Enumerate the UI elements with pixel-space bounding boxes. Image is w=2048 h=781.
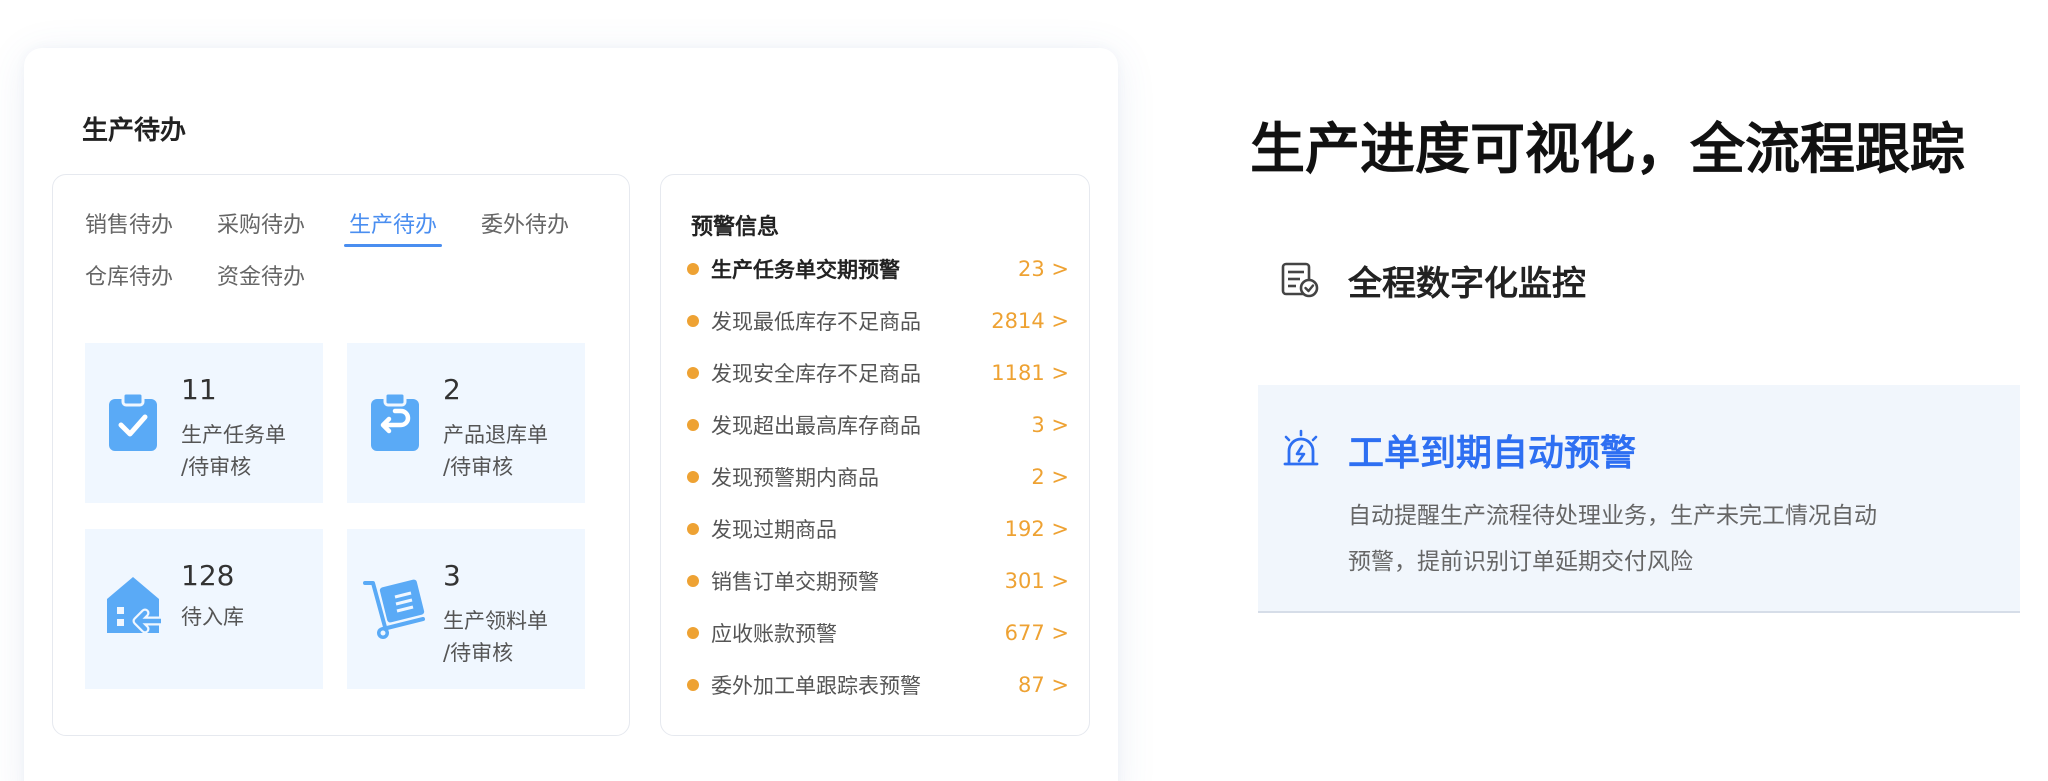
headline: 生产进度可视化，全流程跟踪 bbox=[1250, 117, 1966, 181]
warning-text: 发现安全库存不足商品 bbox=[711, 362, 921, 386]
warning-count: 3 > bbox=[1031, 413, 1069, 437]
tile-material-requisition[interactable]: 3 生产领料单 /待审核 bbox=[347, 529, 585, 689]
warning-dot-icon bbox=[687, 523, 699, 535]
warning-count: 87 > bbox=[1018, 673, 1069, 697]
tab-production[interactable]: 生产待办 bbox=[343, 207, 443, 247]
warning-count: 1181 > bbox=[991, 361, 1069, 385]
card-title: 生产待办 bbox=[82, 116, 187, 146]
warning-text: 发现过期商品 bbox=[711, 518, 837, 542]
warning-dot-icon bbox=[687, 679, 699, 691]
tile-label: 产品退库单 /待审核 bbox=[443, 423, 548, 479]
warning-item[interactable]: 生产任务单交期预警 23 > bbox=[687, 249, 1069, 289]
warning-dot-icon bbox=[687, 263, 699, 275]
todo-panel: 销售待办 采购待办 生产待办 委外待办 仓库待办 资金待办 11 生产任务单 /… bbox=[52, 174, 630, 736]
warning-item[interactable]: 发现超出最高库存商品 3 > bbox=[687, 405, 1069, 445]
warning-item[interactable]: 销售订单交期预警 301 > bbox=[687, 561, 1069, 601]
feature-digital-monitoring: 全程数字化监控 bbox=[1280, 255, 1586, 305]
tile-label: 生产领料单 /待审核 bbox=[443, 609, 548, 665]
warning-count: 2 > bbox=[1031, 465, 1069, 489]
warning-dot-icon bbox=[687, 367, 699, 379]
tab-purchase[interactable]: 采购待办 bbox=[217, 207, 305, 247]
tab-sales[interactable]: 销售待办 bbox=[85, 207, 173, 247]
warning-item[interactable]: 委外加工单跟踪表预警 87 > bbox=[687, 665, 1069, 705]
tile-pending-inbound[interactable]: 128 待入库 bbox=[85, 529, 323, 689]
warning-text: 委外加工单跟踪表预警 bbox=[711, 674, 921, 698]
tile-count: 3 bbox=[443, 559, 461, 592]
warning-text: 生产任务单交期预警 bbox=[711, 258, 900, 282]
tab-outsourcing[interactable]: 委外待办 bbox=[481, 207, 569, 247]
warning-text: 销售订单交期预警 bbox=[711, 570, 879, 594]
warning-text: 应收账款预警 bbox=[711, 622, 837, 646]
clipboard-return-icon bbox=[371, 391, 419, 451]
warning-dot-icon bbox=[687, 315, 699, 327]
warning-title: 预警信息 bbox=[691, 215, 780, 240]
warning-count: 23 > bbox=[1018, 257, 1069, 281]
clipboard-check-icon bbox=[109, 391, 157, 451]
warning-count: 2814 > bbox=[991, 309, 1069, 333]
alarm-light-icon bbox=[1283, 429, 1319, 466]
monitor-list-icon bbox=[1281, 262, 1319, 298]
warning-item[interactable]: 发现安全库存不足商品 1181 > bbox=[687, 353, 1069, 393]
tab-warehouse[interactable]: 仓库待办 bbox=[85, 259, 173, 299]
tile-label: 生产任务单 /待审核 bbox=[181, 423, 286, 479]
tile-production-task[interactable]: 11 生产任务单 /待审核 bbox=[85, 343, 323, 503]
tile-count: 11 bbox=[181, 373, 217, 406]
warning-text: 发现预警期内商品 bbox=[711, 466, 879, 490]
feature-title: 工单到期自动预警 bbox=[1348, 433, 1637, 474]
warning-item[interactable]: 发现过期商品 192 > bbox=[687, 509, 1069, 549]
warning-dot-icon bbox=[687, 419, 699, 431]
warning-item[interactable]: 发现预警期内商品 2 > bbox=[687, 457, 1069, 497]
warning-text: 发现最低库存不足商品 bbox=[711, 310, 921, 334]
warning-item[interactable]: 应收账款预警 677 > bbox=[687, 613, 1069, 653]
warehouse-in-icon bbox=[107, 577, 161, 634]
tile-product-return[interactable]: 2 产品退库单 /待审核 bbox=[347, 343, 585, 503]
warning-count: 301 > bbox=[1004, 569, 1069, 593]
tile-count: 128 bbox=[181, 559, 235, 592]
feature-header: 工单到期自动预警 bbox=[1280, 425, 1636, 475]
warning-panel: 预警信息 生产任务单交期预警 23 > 发现最低库存不足商品 2814 > 发现… bbox=[660, 174, 1090, 736]
tile-count: 2 bbox=[443, 373, 461, 406]
feature-auto-alert: 工单到期自动预警 自动提醒生产流程待处理业务，生产未完工情况自动 预警，提前识别… bbox=[1258, 385, 2020, 613]
warning-dot-icon bbox=[687, 575, 699, 587]
warning-dot-icon bbox=[687, 627, 699, 639]
tile-label: 待入库 bbox=[181, 605, 244, 629]
warning-text: 发现超出最高库存商品 bbox=[711, 414, 921, 438]
hand-cart-icon bbox=[363, 579, 425, 639]
production-todo-card: 生产待办 销售待办 采购待办 生产待办 委外待办 仓库待办 资金待办 11 生产… bbox=[24, 48, 1118, 781]
tab-funds[interactable]: 资金待办 bbox=[217, 259, 305, 299]
feature-description: 自动提醒生产流程待处理业务，生产未完工情况自动 预警，提前识别订单延期交付风险 bbox=[1348, 503, 1877, 575]
warning-dot-icon bbox=[687, 471, 699, 483]
feature-title: 全程数字化监控 bbox=[1348, 263, 1586, 304]
warning-item[interactable]: 发现最低库存不足商品 2814 > bbox=[687, 301, 1069, 341]
warning-count: 192 > bbox=[1004, 517, 1069, 541]
warning-count: 677 > bbox=[1004, 621, 1069, 645]
